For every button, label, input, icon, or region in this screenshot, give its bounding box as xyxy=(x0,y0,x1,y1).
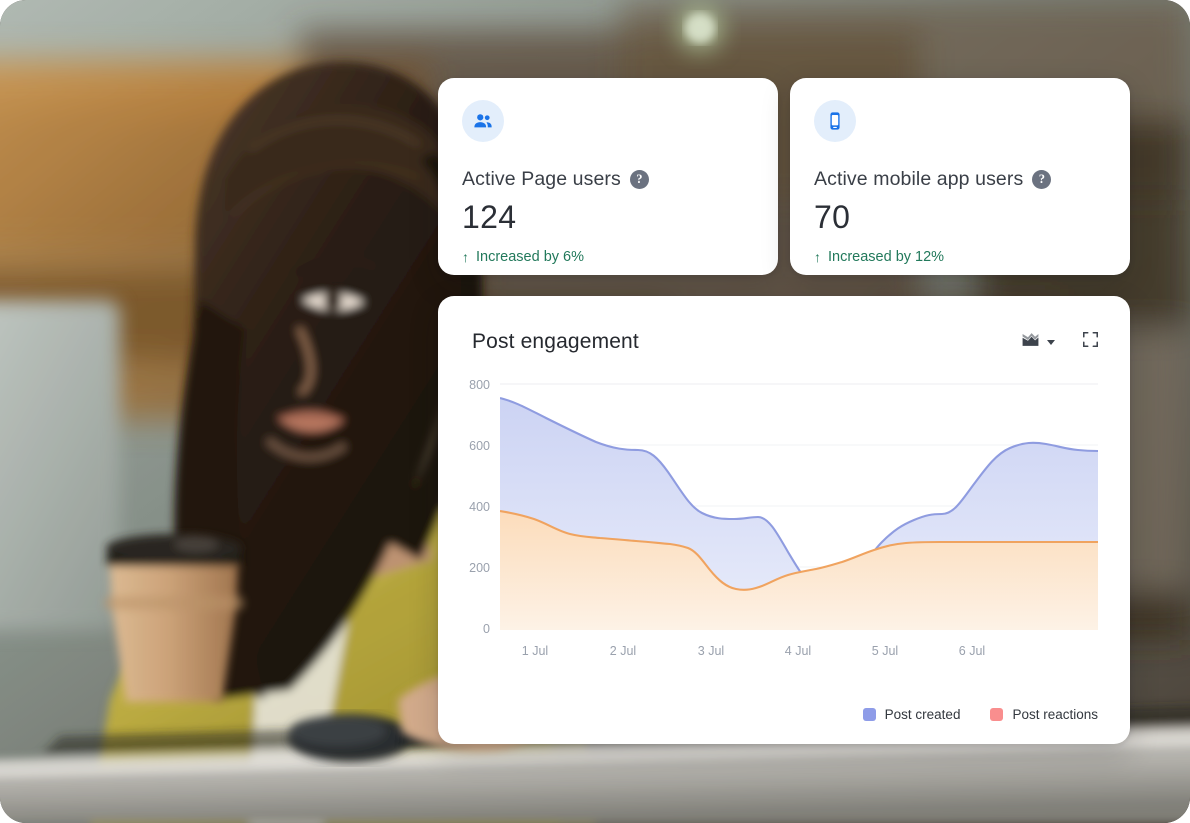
chart-actions xyxy=(1021,330,1100,354)
stat-delta-label: Increased by 12% xyxy=(828,249,945,265)
chart-plot-area[interactable]: 800 600 400 200 0 1 Jul 2 Jul 3 Jul 4 Ju… xyxy=(438,374,1130,674)
svg-text:1 Jul: 1 Jul xyxy=(522,644,548,658)
fullscreen-icon xyxy=(1081,330,1100,354)
svg-text:3 Jul: 3 Jul xyxy=(698,644,724,658)
area-chart-icon xyxy=(1021,330,1040,354)
svg-text:5 Jul: 5 Jul xyxy=(872,644,898,658)
stat-title-row: Active Page users ? xyxy=(462,168,754,191)
svg-text:600: 600 xyxy=(469,439,490,453)
svg-text:800: 800 xyxy=(469,378,490,392)
stat-delta: ↑ Increased by 12% xyxy=(814,249,1106,265)
stat-title: Active Page users xyxy=(462,168,621,190)
svg-text:200: 200 xyxy=(469,561,490,575)
chart-header: Post engagement xyxy=(438,296,1130,354)
stat-delta-label: Increased by 6% xyxy=(476,249,585,265)
stat-card-active-page-users: Active Page users ? 124 ↑ Increased by 6… xyxy=(438,78,778,275)
x-axis-labels: 1 Jul 2 Jul 3 Jul 4 Jul 5 Jul 6 Jul xyxy=(522,644,985,658)
legend-item-post-reactions[interactable]: Post reactions xyxy=(990,707,1098,722)
svg-text:400: 400 xyxy=(469,500,490,514)
expand-button[interactable] xyxy=(1081,330,1100,354)
help-icon[interactable]: ? xyxy=(1032,170,1052,189)
stat-title-row: Active mobile app users ? xyxy=(814,168,1106,191)
chart-legend: Post created Post reactions xyxy=(438,707,1098,722)
stat-card-active-mobile-app-users: Active mobile app users ? 70 ↑ Increased… xyxy=(790,78,1130,275)
svg-text:0: 0 xyxy=(483,622,490,636)
stat-title: Active mobile app users xyxy=(814,168,1024,190)
legend-swatch-post-reactions xyxy=(990,708,1004,721)
post-engagement-card: Post engagement 800 600 400 200 0 1 Jul … xyxy=(438,296,1130,744)
users-icon xyxy=(462,100,504,142)
stat-delta: ↑ Increased by 6% xyxy=(462,249,754,265)
chart-series-group xyxy=(500,396,1098,630)
legend-label: Post created xyxy=(884,707,961,722)
chevron-down-icon xyxy=(1047,339,1055,345)
chart-title: Post engagement xyxy=(472,330,639,353)
arrow-up-icon: ↑ xyxy=(462,249,469,265)
stat-value: 70 xyxy=(814,199,851,235)
legend-label: Post reactions xyxy=(1012,707,1098,722)
mobile-phone-icon xyxy=(814,100,856,142)
arrow-up-icon: ↑ xyxy=(814,249,821,265)
legend-item-post-created[interactable]: Post created xyxy=(862,707,961,722)
legend-swatch-post-created xyxy=(862,708,876,721)
chart-type-selector[interactable] xyxy=(1021,330,1055,354)
y-axis-labels: 800 600 400 200 0 xyxy=(469,378,490,636)
svg-text:4 Jul: 4 Jul xyxy=(785,644,811,658)
stat-value: 124 xyxy=(462,199,517,235)
svg-text:2 Jul: 2 Jul xyxy=(610,644,636,658)
svg-text:6 Jul: 6 Jul xyxy=(959,644,985,658)
help-icon[interactable]: ? xyxy=(629,170,649,189)
